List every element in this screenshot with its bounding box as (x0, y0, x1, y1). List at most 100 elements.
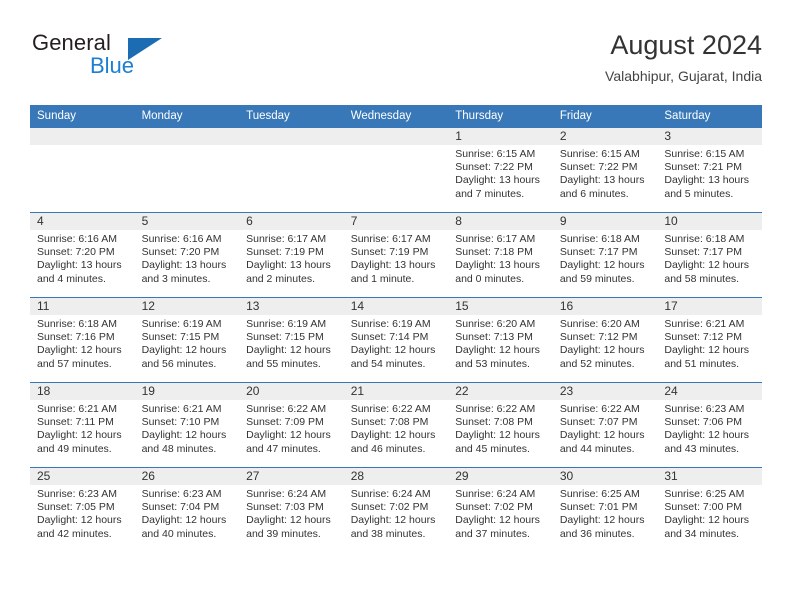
daylight-text: Daylight: 12 hours and 36 minutes. (559, 514, 645, 540)
day-details: Sunrise: 6:15 AM Sunset: 7:22 PM Daylight:… (448, 145, 553, 201)
calendar-day-cell[interactable]: 25 Sunrise: 6:23 AM Sunset: 7:05 PM Dayligh… (30, 467, 135, 552)
day-number: 10 (657, 213, 762, 230)
sunrise-text: Sunrise: 6:16 AM (37, 233, 117, 245)
sunset-text: Sunset: 7:05 PM (37, 501, 115, 514)
calendar-day-cell[interactable]: 23 Sunrise: 6:22 AM Sunset: 7:07 PM Dayligh… (552, 382, 658, 468)
calendar-day-cell[interactable]: 14 Sunrise: 6:19 AM Sunset: 7:14 PM Dayligh… (343, 297, 449, 383)
calendar-day-cell[interactable]: 20 Sunrise: 6:22 AM Sunset: 7:09 PM Dayligh… (239, 382, 344, 468)
day-details: Sunrise: 6:19 AM Sunset: 7:14 PM Daylight:… (344, 315, 449, 371)
sunset-text: Sunset: 7:18 PM (455, 246, 533, 259)
daylight-text: Daylight: 12 hours and 40 minutes. (141, 514, 227, 540)
day-number (239, 128, 344, 145)
calendar-day-cell[interactable]: 2 Sunrise: 6:15 AM Sunset: 7:22 PM Daylight… (552, 128, 658, 213)
sunset-text: Sunset: 7:20 PM (37, 246, 115, 259)
day-details: Sunrise: 6:18 AM Sunset: 7:16 PM Daylight:… (30, 315, 135, 371)
day-number: 2 (552, 128, 658, 145)
sunset-text: Sunset: 7:13 PM (455, 331, 533, 344)
calendar-day-cell[interactable]: 4 Sunrise: 6:16 AM Sunset: 7:20 PM Daylight… (30, 212, 135, 298)
calendar-day-cell[interactable]: 3 Sunrise: 6:15 AM Sunset: 7:21 PM Daylight… (657, 128, 762, 213)
day-details: Sunrise: 6:25 AM Sunset: 7:00 PM Daylight:… (657, 485, 762, 541)
calendar-header-row: Sunday Monday Tuesday Wednesday Thursday Frid… (30, 105, 762, 128)
calendar-day-cell[interactable]: 30 Sunrise: 6:25 AM Sunset: 7:01 PM Dayligh… (552, 467, 658, 552)
calendar-week-row: 1 Sunrise: 6:15 AM Sunset: 7:22 PM Daylight… (30, 128, 762, 213)
daylight-text: Daylight: 12 hours and 51 minutes. (664, 344, 750, 370)
calendar-day-cell[interactable]: 8 Sunrise: 6:17 AM Sunset: 7:18 PM Daylight… (448, 212, 553, 298)
calendar-day-cell[interactable]: 31 Sunrise: 6:25 AM Sunset: 7:00 PM Dayligh… (657, 467, 762, 552)
daylight-text: Daylight: 13 hours and 7 minutes. (455, 174, 540, 200)
calendar-day-cell[interactable]: 10 Sunrise: 6:18 AM Sunset: 7:17 PM Dayligh… (657, 212, 762, 298)
sunrise-text: Sunrise: 6:15 AM (664, 148, 745, 160)
sunrise-text: Sunrise: 6:21 AM (664, 318, 745, 330)
day-number: 31 (657, 468, 762, 485)
page-subtitle: Valabhipur, Gujarat, India (605, 68, 762, 84)
sunrise-text: Sunrise: 6:25 AM (664, 488, 745, 500)
calendar-day-cell[interactable]: 19 Sunrise: 6:21 AM Sunset: 7:10 PM Dayligh… (134, 382, 240, 468)
day-number: 28 (343, 468, 449, 485)
daylight-text: Daylight: 12 hours and 54 minutes. (350, 344, 436, 370)
day-details: Sunrise: 6:16 AM Sunset: 7:20 PM Daylight:… (135, 230, 240, 286)
calendar-day-cell[interactable]: 9 Sunrise: 6:18 AM Sunset: 7:17 PM Daylight… (552, 212, 658, 298)
sunset-text: Sunset: 7:15 PM (141, 331, 220, 344)
daylight-text: Daylight: 12 hours and 52 minutes. (559, 344, 645, 370)
daylight-text: Daylight: 12 hours and 56 minutes. (141, 344, 227, 370)
day-details: Sunrise: 6:18 AM Sunset: 7:17 PM Daylight:… (553, 230, 658, 286)
daylight-text: Daylight: 12 hours and 57 minutes. (37, 344, 122, 370)
calendar-week-row: 18 Sunrise: 6:21 AM Sunset: 7:11 PM Dayligh… (30, 382, 762, 468)
day-number: 23 (552, 383, 658, 400)
daylight-text: Daylight: 13 hours and 2 minutes. (246, 259, 331, 285)
sunset-text: Sunset: 7:02 PM (350, 501, 429, 514)
day-number: 8 (448, 213, 553, 230)
sunrise-text: Sunrise: 6:17 AM (350, 233, 431, 245)
day-details: Sunrise: 6:15 AM Sunset: 7:21 PM Daylight:… (657, 145, 762, 201)
calendar-day-cell[interactable]: 22 Sunrise: 6:22 AM Sunset: 7:08 PM Dayligh… (448, 382, 553, 468)
day-number (343, 128, 449, 145)
day-details: Sunrise: 6:24 AM Sunset: 7:03 PM Daylight:… (239, 485, 344, 541)
calendar-day-cell[interactable]: 29 Sunrise: 6:24 AM Sunset: 7:02 PM Dayligh… (448, 467, 553, 552)
weekday-header-monday: Monday (134, 105, 240, 128)
sunrise-text: Sunrise: 6:23 AM (141, 488, 222, 500)
day-number: 26 (134, 468, 240, 485)
daylight-text: Daylight: 12 hours and 59 minutes. (559, 259, 645, 285)
calendar-day-cell[interactable]: 18 Sunrise: 6:21 AM Sunset: 7:11 PM Dayligh… (30, 382, 135, 468)
sunset-text: Sunset: 7:08 PM (455, 416, 533, 429)
day-number: 24 (657, 383, 762, 400)
day-number: 7 (343, 213, 449, 230)
calendar-grid: Sunday Monday Tuesday Wednesday Thursday Frid… (30, 105, 762, 552)
calendar-day-cell[interactable]: 12 Sunrise: 6:19 AM Sunset: 7:15 PM Dayligh… (134, 297, 240, 383)
day-details: Sunrise: 6:17 AM Sunset: 7:19 PM Daylight:… (344, 230, 449, 286)
day-details: Sunrise: 6:20 AM Sunset: 7:13 PM Daylight:… (448, 315, 553, 371)
sunrise-text: Sunrise: 6:23 AM (664, 403, 745, 415)
daylight-text: Daylight: 12 hours and 39 minutes. (246, 514, 331, 540)
calendar-page: General Blue August 2024 Valabhipur, Guj… (0, 0, 792, 612)
calendar-day-cell[interactable]: 15 Sunrise: 6:20 AM Sunset: 7:13 PM Dayligh… (448, 297, 553, 383)
calendar-day-cell[interactable]: 6 Sunrise: 6:17 AM Sunset: 7:19 PM Daylight… (239, 212, 344, 298)
calendar-day-cell[interactable]: 17 Sunrise: 6:21 AM Sunset: 7:12 PM Dayligh… (657, 297, 762, 383)
weekday-header-friday: Friday (552, 105, 658, 128)
calendar-day-cell[interactable]: 5 Sunrise: 6:16 AM Sunset: 7:20 PM Daylight… (134, 212, 240, 298)
weekday-header-thursday: Thursday (448, 105, 553, 128)
daylight-text: Daylight: 13 hours and 1 minute. (350, 259, 436, 285)
calendar-day-cell[interactable]: 24 Sunrise: 6:23 AM Sunset: 7:06 PM Dayligh… (657, 382, 762, 468)
calendar-day-cell[interactable]: 27 Sunrise: 6:24 AM Sunset: 7:03 PM Dayligh… (239, 467, 344, 552)
calendar-day-cell[interactable]: 7 Sunrise: 6:17 AM Sunset: 7:19 PM Daylight… (343, 212, 449, 298)
page-header: General Blue August 2024 Valabhipur, Guj… (30, 28, 762, 90)
brand-logo[interactable]: General Blue (30, 30, 230, 86)
calendar-day-cell[interactable]: 28 Sunrise: 6:24 AM Sunset: 7:02 PM Dayligh… (343, 467, 449, 552)
calendar-day-cell[interactable]: 16 Sunrise: 6:20 AM Sunset: 7:12 PM Dayligh… (552, 297, 658, 383)
sunset-text: Sunset: 7:15 PM (246, 331, 324, 344)
day-number: 29 (448, 468, 553, 485)
day-number: 19 (134, 383, 240, 400)
calendar-day-cell[interactable]: 11 Sunrise: 6:18 AM Sunset: 7:16 PM Dayligh… (30, 297, 135, 383)
daylight-text: Daylight: 13 hours and 6 minutes. (559, 174, 645, 200)
day-number: 25 (30, 468, 135, 485)
sunset-text: Sunset: 7:21 PM (664, 161, 743, 174)
calendar-day-cell[interactable]: 1 Sunrise: 6:15 AM Sunset: 7:22 PM Daylight… (448, 128, 553, 213)
logo-text-blue: Blue (90, 53, 135, 78)
sunset-text: Sunset: 7:22 PM (455, 161, 533, 174)
daylight-text: Daylight: 12 hours and 58 minutes. (664, 259, 750, 285)
daylight-text: Daylight: 12 hours and 45 minutes. (455, 429, 540, 455)
calendar-day-cell[interactable]: 26 Sunrise: 6:23 AM Sunset: 7:04 PM Dayligh… (134, 467, 240, 552)
sunset-text: Sunset: 7:14 PM (350, 331, 429, 344)
calendar-day-cell[interactable]: 13 Sunrise: 6:19 AM Sunset: 7:15 PM Dayligh… (239, 297, 344, 383)
calendar-day-cell[interactable]: 21 Sunrise: 6:22 AM Sunset: 7:08 PM Dayligh… (343, 382, 449, 468)
